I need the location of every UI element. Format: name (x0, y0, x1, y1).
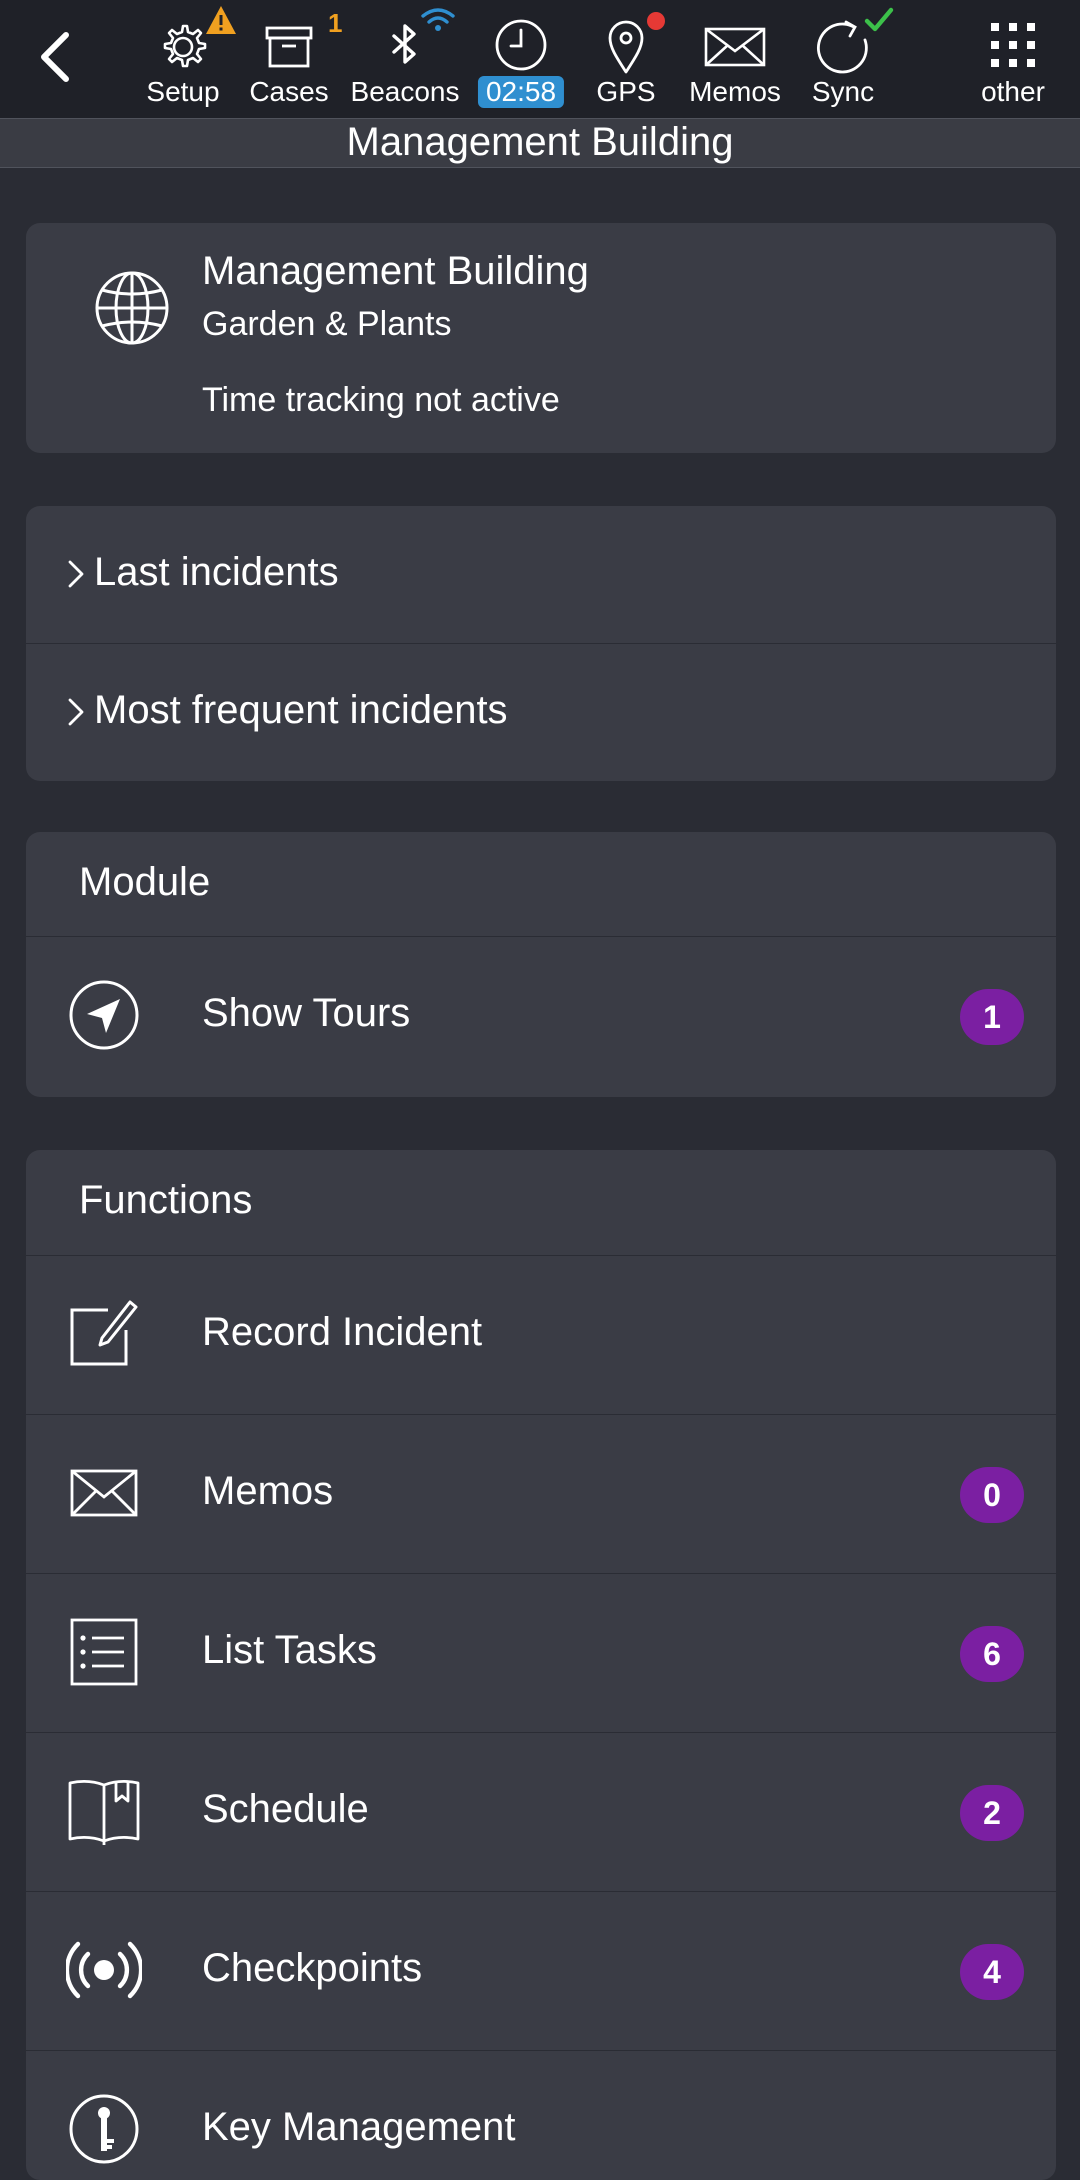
chevron-left-icon (41, 32, 69, 82)
globe-icon (95, 271, 169, 345)
list-tasks-row[interactable]: List Tasks 6 (26, 1573, 1056, 1732)
last-incidents-row[interactable]: Last incidents (26, 506, 1056, 643)
site-info-card[interactable]: Management Building Garden & Plants Time… (26, 223, 1056, 453)
edit-icon (70, 1300, 138, 1366)
toolbar-memos-label: Memos (689, 76, 781, 107)
record-incident-label: Record Incident (202, 1310, 483, 1354)
warning-icon (206, 6, 236, 34)
functions-header-label: Functions (79, 1178, 253, 1222)
memos-badge: 0 (960, 1467, 1024, 1523)
toolbar-sync-label: Sync (811, 76, 875, 107)
module-header: Module (26, 832, 1056, 936)
toolbar-setup[interactable]: Setup (128, 6, 238, 112)
page-title: Management Building (0, 118, 1080, 168)
checkpoints-label: Checkpoints (202, 1946, 423, 1990)
grid-icon (991, 23, 1035, 67)
toolbar-cases-label: Cases (249, 76, 329, 107)
list-tasks-label: List Tasks (202, 1628, 377, 1672)
timer-readout: 02:58 (477, 76, 565, 108)
checkpoints-badge: 4 (960, 1944, 1024, 2000)
wifi-icon (421, 8, 455, 31)
schedule-label: Schedule (202, 1787, 369, 1831)
functions-card: Functions Record Incident Memos 0 List T… (26, 1150, 1056, 2180)
list-icon (70, 1618, 138, 1686)
schedule-row[interactable]: Schedule 2 (26, 1732, 1056, 1891)
chevron-right-icon (68, 698, 84, 726)
cases-count: 1 (328, 8, 343, 38)
schedule-badge: 2 (960, 1785, 1024, 1841)
show-tours-label: Show Tours (202, 991, 411, 1035)
site-name: Management Building (202, 249, 589, 293)
toolbar-beacons-label: Beacons (350, 76, 460, 107)
box-icon (265, 26, 313, 68)
key-icon (69, 2094, 139, 2164)
clock-icon (495, 19, 547, 71)
book-icon (68, 1780, 140, 1845)
navigation-arrow-icon (69, 980, 139, 1050)
toolbar-sync[interactable]: Sync (788, 7, 898, 112)
chevron-right-icon (68, 560, 84, 588)
back-button[interactable] (22, 22, 86, 92)
checkpoints-row[interactable]: Checkpoints 4 (26, 1891, 1056, 2050)
record-incident-row[interactable]: Record Incident (26, 1255, 1056, 1414)
show-tours-row[interactable]: Show Tours 1 (26, 936, 1056, 1096)
module-header-label: Module (79, 860, 211, 904)
toolbar-beacons[interactable]: Beacons (350, 8, 460, 112)
show-tours-badge: 1 (960, 989, 1024, 1045)
incidents-card: Last incidents Most frequent incidents (26, 506, 1056, 781)
list-tasks-badge: 6 (960, 1626, 1024, 1682)
time-tracking-status: Time tracking not active (202, 381, 560, 419)
toolbar-memos[interactable]: Memos (680, 8, 790, 112)
frequent-incidents-label: Most frequent incidents (94, 688, 508, 732)
memos-row[interactable]: Memos 0 (26, 1414, 1056, 1573)
broadcast-icon (66, 1941, 142, 1999)
last-incidents-label: Last incidents (94, 550, 339, 594)
envelope-icon (70, 1469, 138, 1517)
top-toolbar: Setup 1 Cases Beacons 02:58 GPS Memos Sy… (0, 0, 1080, 118)
toolbar-gps-label: GPS (596, 76, 656, 107)
toolbar-gps[interactable]: GPS (571, 8, 681, 112)
gps-status-dot (647, 12, 665, 30)
envelope-icon (704, 27, 766, 67)
module-card: Module Show Tours 1 (26, 832, 1056, 1097)
site-subtitle: Garden & Plants (202, 305, 452, 343)
functions-header: Functions (26, 1150, 1056, 1255)
toolbar-cases[interactable]: 1 Cases (234, 8, 344, 112)
key-management-label: Key Management (202, 2105, 516, 2149)
key-management-row[interactable]: Key Management (26, 2050, 1056, 2180)
toolbar-setup-label: Setup (146, 76, 220, 107)
frequent-incidents-row[interactable]: Most frequent incidents (26, 643, 1056, 781)
memos-label: Memos (202, 1469, 334, 1513)
toolbar-other-label: other (981, 76, 1045, 107)
toolbar-time[interactable]: 02:58 (466, 8, 576, 112)
toolbar-other[interactable]: other (958, 8, 1068, 112)
check-icon (864, 7, 894, 32)
